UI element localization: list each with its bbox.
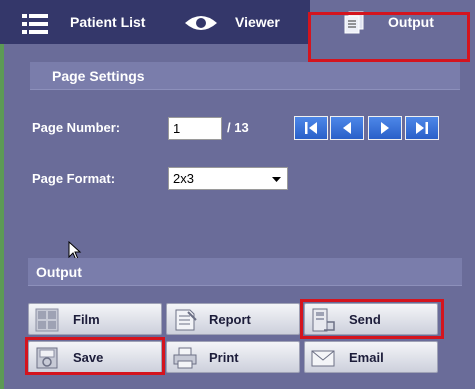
save-icon [36,347,58,369]
chevron-down-icon [272,177,281,182]
report-button[interactable]: Report [166,303,300,335]
previous-page-icon [343,122,351,134]
printer-icon [173,347,197,369]
page-total: / 13 [227,120,249,135]
report-button-label: Report [209,312,251,327]
last-page-icon [416,122,428,134]
save-button-label: Save [73,350,104,365]
print-button[interactable]: Print [166,341,300,373]
last-page-button[interactable] [405,116,439,140]
save-button[interactable]: Save [28,341,162,373]
tab-viewer-label: Viewer [235,14,280,30]
tab-viewer[interactable]: Viewer [170,0,320,44]
report-icon [175,309,197,331]
send-icon [312,308,335,332]
email-button[interactable]: Email [304,341,438,373]
first-page-button[interactable] [294,116,328,140]
left-edge-bar [0,44,4,389]
send-button-label: Send [349,312,381,327]
page-format-select[interactable]: 2x3 [168,167,288,190]
page-settings-header: Page Settings [30,62,460,90]
output-title: Output [36,263,82,280]
film-grid-icon [35,308,59,332]
next-page-button[interactable] [368,116,402,140]
page-settings-title: Page Settings [52,67,145,84]
output-header: Output [28,258,462,286]
email-button-label: Email [349,350,384,365]
tab-output[interactable]: Output [310,0,475,44]
page-format-label: Page Format: [32,171,116,186]
tab-patient-list[interactable]: Patient List [0,0,170,44]
page-number-input[interactable] [168,117,222,140]
print-button-label: Print [209,350,239,365]
next-page-icon [381,122,389,134]
previous-page-button[interactable] [330,116,364,140]
envelope-icon [311,350,335,367]
first-page-icon [305,122,317,134]
page-format-value: 2x3 [173,171,194,186]
tab-bar: Patient List Viewer Output [0,0,475,44]
tab-output-label: Output [388,14,434,30]
output-panel: Patient List Viewer Output Page Settings… [0,0,475,389]
film-button[interactable]: Film [28,303,162,335]
page-number-label: Page Number: [32,120,121,135]
document-stack-icon [342,11,366,40]
eye-icon [184,14,218,37]
send-button[interactable]: Send [304,303,438,335]
list-icon [22,14,48,39]
film-button-label: Film [73,312,100,327]
tab-patient-list-label: Patient List [70,14,146,30]
